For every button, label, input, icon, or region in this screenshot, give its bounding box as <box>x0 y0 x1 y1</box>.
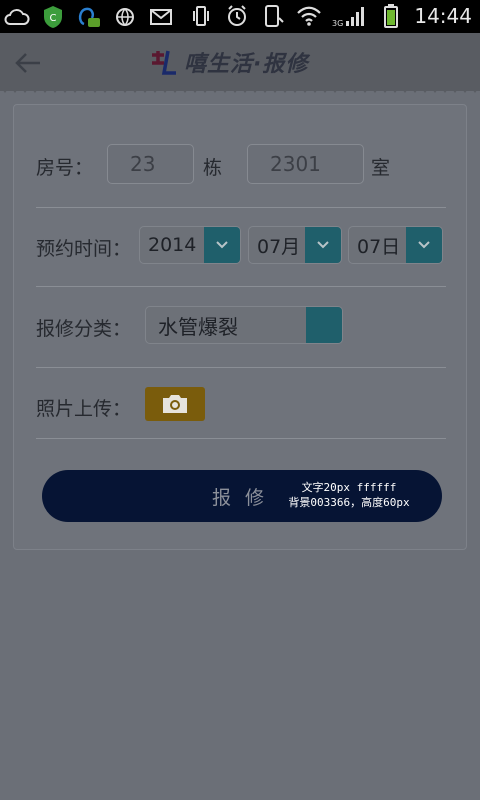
chevron-down-icon <box>418 241 430 249</box>
category-dropdown-button[interactable] <box>306 307 342 343</box>
category-label: 报修分类： <box>36 318 132 340</box>
month-dropdown-button[interactable] <box>305 227 341 263</box>
divider <box>36 286 446 287</box>
chevron-down-icon <box>216 241 228 249</box>
wifi-icon <box>296 3 322 29</box>
divider <box>36 367 446 368</box>
repair-form-card: 房号： 23 栋 2301 室 预约时间： 2014 07月 07日 报修分类：… <box>13 104 467 550</box>
submit-repair-button[interactable]: 报修 文字20px ffffff 背景003366，高度60px <box>42 470 442 522</box>
design-annotation: 文字20px ffffff 背景003366，高度60px <box>284 480 414 510</box>
app-logo: 嘻生活·报修 <box>150 45 308 79</box>
day-select[interactable]: 07日 <box>348 226 443 264</box>
category-value: 水管爆裂 <box>158 314 238 339</box>
design-annotation-line: 背景003366，高度60px <box>288 496 410 509</box>
status-right-icons: 3G 14:44 <box>188 3 472 29</box>
globe-app-icon <box>112 4 138 30</box>
back-button[interactable] <box>12 47 44 79</box>
room-number-value: 2301 <box>270 152 321 176</box>
status-bar: C 3G 14:44 <box>0 0 480 33</box>
network-type-label: 3G <box>332 19 343 28</box>
status-left-icons: C <box>4 4 174 30</box>
room-label: 房号： <box>36 157 94 179</box>
day-value: 07日 <box>357 235 401 258</box>
logo-mark-icon <box>152 50 176 75</box>
back-arrow-icon <box>15 53 40 73</box>
photo-label: 照片上传： <box>36 398 132 420</box>
signal-icon: 3G <box>332 3 368 29</box>
mail-icon <box>148 4 174 30</box>
cloud-icon <box>4 4 30 30</box>
submit-label: 报修 <box>212 486 279 509</box>
title-bar: 嘻生活·报修 <box>0 33 480 91</box>
logo-text: 嘻生活·报修 <box>184 52 309 77</box>
appointment-label: 预约时间： <box>36 238 132 260</box>
camera-icon <box>163 395 187 413</box>
chat-app-icon <box>76 4 102 30</box>
phone-icon <box>260 3 286 29</box>
battery-icon <box>378 3 404 29</box>
year-value: 2014 <box>148 234 197 256</box>
month-value: 07月 <box>257 235 301 258</box>
day-dropdown-button[interactable] <box>406 227 442 263</box>
category-select[interactable]: 水管爆裂 <box>145 306 343 344</box>
year-dropdown-button[interactable] <box>204 227 240 263</box>
month-select[interactable]: 07月 <box>248 226 342 264</box>
year-select[interactable]: 2014 <box>139 226 241 264</box>
svg-text:C: C <box>50 13 57 24</box>
alarm-icon <box>224 3 250 29</box>
design-annotation-line: 文字20px ffffff <box>301 481 397 494</box>
status-time: 14:44 <box>414 4 472 28</box>
room-unit-label: 室 <box>371 157 391 179</box>
building-number-input[interactable]: 23 <box>107 144 194 184</box>
divider <box>36 438 446 439</box>
building-unit-label: 栋 <box>203 157 223 179</box>
divider <box>36 207 446 208</box>
photo-upload-button[interactable] <box>145 387 205 421</box>
chevron-down-icon <box>317 241 329 249</box>
vibrate-icon <box>188 3 214 29</box>
building-number-value: 23 <box>130 152 156 176</box>
room-number-input[interactable]: 2301 <box>247 144 364 184</box>
shield-app-icon: C <box>40 4 66 30</box>
header-zigzag-edge <box>0 86 480 93</box>
